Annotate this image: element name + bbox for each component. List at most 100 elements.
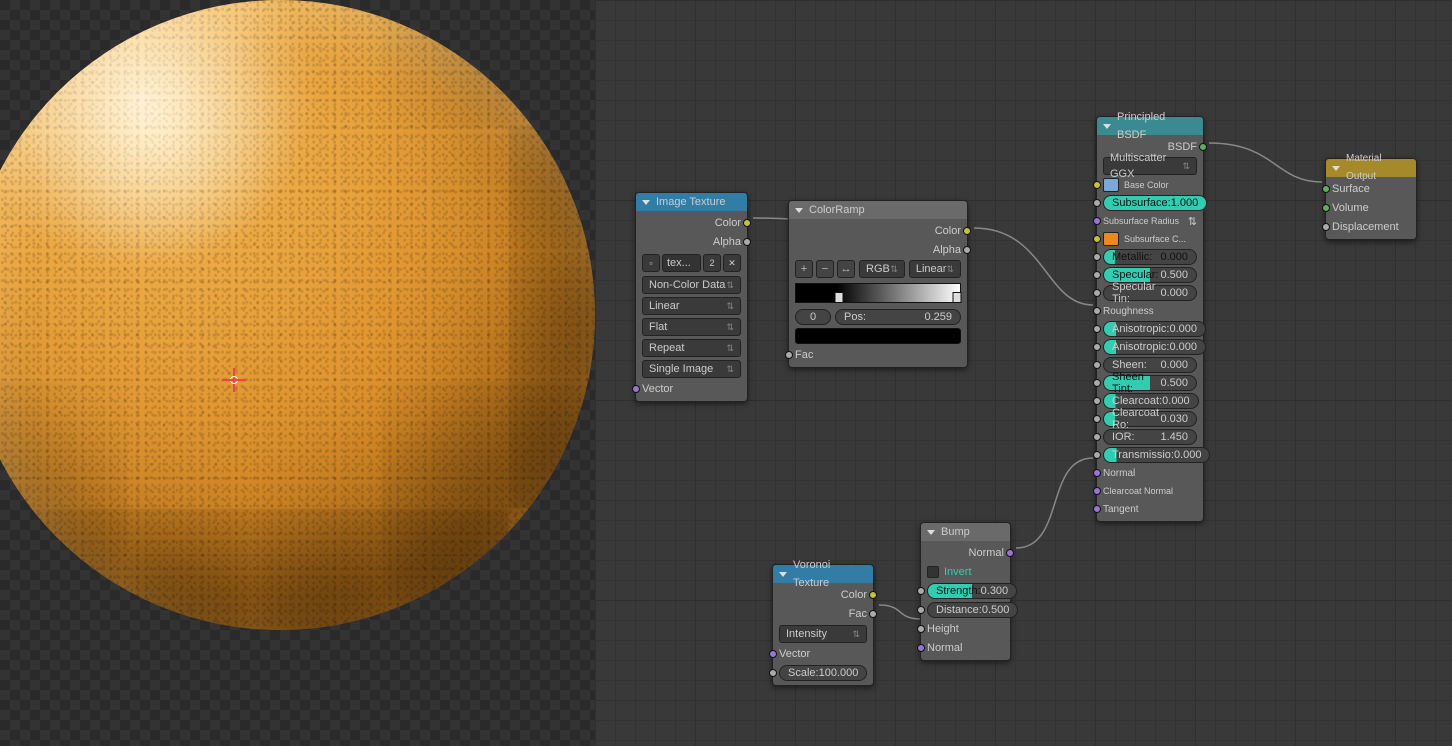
coloring-select[interactable]: Intensity⇅	[779, 625, 867, 643]
input-socket-tangent[interactable]	[1093, 505, 1101, 513]
input-socket-ccnormal[interactable]	[1093, 487, 1101, 495]
input-socket-ccrough[interactable]	[1093, 415, 1101, 423]
input-socket-subcolor[interactable]	[1093, 235, 1101, 243]
ramp-stop[interactable]	[952, 292, 961, 303]
output-socket-color[interactable]	[743, 219, 751, 227]
input-socket-vector[interactable]	[632, 385, 640, 393]
spectint-field[interactable]: Specular Tin:0.000	[1103, 285, 1197, 301]
node-editor[interactable]: Image Texture Color Alpha ▫ tex... 2 ✕ N…	[595, 0, 1452, 746]
collapse-icon[interactable]	[642, 200, 650, 205]
collapse-icon[interactable]	[927, 530, 935, 535]
invert-checkbox[interactable]	[927, 566, 939, 578]
stop-color-swatch[interactable]	[795, 328, 961, 344]
subcolor-swatch[interactable]	[1103, 232, 1119, 246]
basecolor-swatch[interactable]	[1103, 178, 1119, 192]
node-header[interactable]: ColorRamp	[789, 201, 967, 219]
node-principled-bsdf[interactable]: Principled BSDF BSDF Multiscatter GGX⇅ B…	[1096, 116, 1204, 522]
output-socket-color[interactable]	[869, 591, 877, 599]
colorramp-gradient[interactable]	[795, 283, 961, 303]
input-socket-anirot[interactable]	[1093, 343, 1101, 351]
ramp-mode-select[interactable]: Linear⇅	[909, 260, 961, 278]
input-socket-normal[interactable]	[917, 644, 925, 652]
input-socket-sheen[interactable]	[1093, 361, 1101, 369]
flip-button[interactable]: ↔	[837, 260, 855, 278]
input-socket-strength[interactable]	[917, 587, 925, 595]
collapse-icon[interactable]	[779, 572, 787, 577]
input-socket-distance[interactable]	[917, 606, 925, 614]
input-socket-height[interactable]	[917, 625, 925, 633]
collapse-icon[interactable]	[1332, 166, 1340, 171]
input-socket-normal[interactable]	[1093, 469, 1101, 477]
ior-field[interactable]: IOR:1.450	[1103, 429, 1197, 445]
metallic-field[interactable]: Metallic:0.000	[1103, 249, 1197, 265]
node-header[interactable]: Principled BSDF	[1097, 117, 1203, 135]
node-header[interactable]: Bump	[921, 523, 1010, 541]
distance-field[interactable]: Distance:0.500	[927, 602, 1018, 618]
input-socket-transmission[interactable]	[1093, 451, 1101, 459]
distribution-select[interactable]: Multiscatter GGX⇅	[1103, 157, 1197, 175]
input-socket-anisotropic[interactable]	[1093, 325, 1101, 333]
image-datablock[interactable]: ▫ tex... 2 ✕	[642, 253, 741, 273]
ramp-stop[interactable]	[834, 292, 843, 303]
node-voronoi-texture[interactable]: Voronoi Texture Color Fac Intensity⇅ Vec…	[772, 564, 874, 686]
users-icon[interactable]: 2	[703, 254, 721, 272]
transmission-field[interactable]: Transmissio:0.000	[1103, 447, 1210, 463]
input-socket-subsurface[interactable]	[1093, 199, 1101, 207]
node-title: Image Texture	[656, 193, 726, 211]
node-image-texture[interactable]: Image Texture Color Alpha ▫ tex... 2 ✕ N…	[635, 192, 748, 402]
stop-index[interactable]: 0	[795, 309, 831, 325]
input-socket-subradius[interactable]	[1093, 217, 1101, 225]
output-socket-bsdf[interactable]	[1199, 143, 1207, 151]
sheentint-field[interactable]: Sheen Tint:0.500	[1103, 375, 1197, 391]
image-icon[interactable]: ▫	[642, 254, 660, 272]
ramp-interp-select[interactable]: RGB⇅	[859, 260, 905, 278]
input-socket-volume[interactable]	[1322, 204, 1330, 212]
output-socket-normal[interactable]	[1006, 549, 1014, 557]
strength-field[interactable]: Strength:0.300	[927, 583, 1017, 599]
scale-field[interactable]: Scale:100.000	[779, 665, 867, 681]
input-socket-displacement[interactable]	[1322, 223, 1330, 231]
output-socket-fac[interactable]	[869, 610, 877, 618]
node-colorramp[interactable]: ColorRamp Color Alpha +−↔ RGB⇅ Linear⇅ 0…	[788, 200, 968, 368]
add-stop-button[interactable]: +	[795, 260, 813, 278]
collapse-icon[interactable]	[795, 208, 803, 213]
input-socket-scale[interactable]	[769, 669, 777, 677]
node-material-output[interactable]: Material Output Surface Volume Displacem…	[1325, 158, 1417, 240]
unlink-icon[interactable]: ✕	[723, 254, 741, 272]
projection-select[interactable]: Flat⇅	[642, 318, 741, 336]
input-socket-vector[interactable]	[769, 650, 777, 658]
input-socket-fac[interactable]	[785, 351, 793, 359]
viewport-3d[interactable]	[0, 0, 595, 746]
input-socket-metallic[interactable]	[1093, 253, 1101, 261]
node-header[interactable]: Voronoi Texture	[773, 565, 873, 583]
anirot-field[interactable]: Anisotropic:0.000	[1103, 339, 1206, 355]
node-header[interactable]: Image Texture	[636, 193, 747, 211]
output-socket-color[interactable]	[963, 227, 971, 235]
source-select[interactable]: Single Image⇅	[642, 360, 741, 378]
stop-position[interactable]: Pos:0.259	[835, 309, 961, 325]
socket-label: Volume	[1332, 202, 1369, 214]
input-socket-spectint[interactable]	[1093, 289, 1101, 297]
node-bump[interactable]: Bump Normal Invert Strength:0.300 Distan…	[920, 522, 1011, 661]
input-socket-specular[interactable]	[1093, 271, 1101, 279]
node-title: Bump	[941, 523, 970, 541]
input-socket-ior[interactable]	[1093, 433, 1101, 441]
input-socket-roughness[interactable]	[1093, 307, 1101, 315]
input-socket-sheentint[interactable]	[1093, 379, 1101, 387]
output-socket-alpha[interactable]	[963, 246, 971, 254]
extension-select[interactable]: Repeat⇅	[642, 339, 741, 357]
input-socket-basecolor[interactable]	[1093, 181, 1101, 189]
output-socket-alpha[interactable]	[743, 238, 751, 246]
collapse-icon[interactable]	[1103, 124, 1111, 129]
chevron-down-icon: ⇅	[726, 319, 734, 335]
input-socket-clearcoat[interactable]	[1093, 397, 1101, 405]
node-header[interactable]: Material Output	[1326, 159, 1416, 177]
anisotropic-field[interactable]: Anisotropic:0.000	[1103, 321, 1206, 337]
subsurface-field[interactable]: Subsurface:1.000	[1103, 195, 1207, 211]
colorspace-select[interactable]: Non-Color Data⇅	[642, 276, 741, 294]
interpolation-select[interactable]: Linear⇅	[642, 297, 741, 315]
ccrough-field[interactable]: Clearcoat Ro:0.030	[1103, 411, 1197, 427]
remove-stop-button[interactable]: −	[816, 260, 834, 278]
image-name-field[interactable]: tex...	[662, 254, 701, 272]
input-socket-surface[interactable]	[1322, 185, 1330, 193]
